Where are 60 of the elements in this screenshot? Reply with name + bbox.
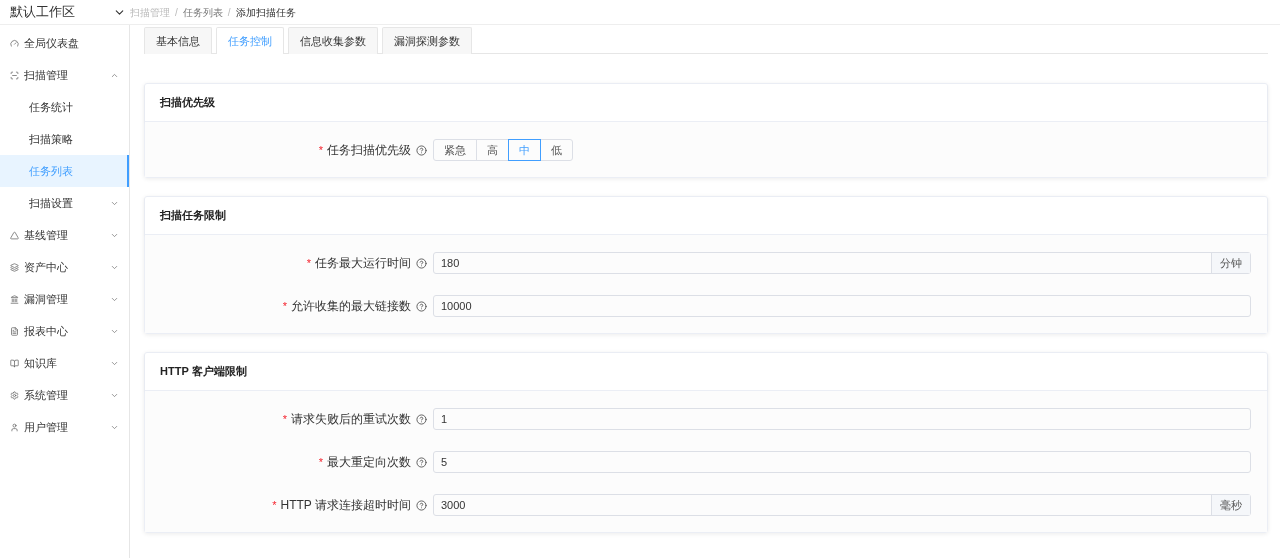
sidebar-subitem[interactable]: 任务统计 bbox=[0, 91, 129, 123]
section-title: HTTP 客户端限制 bbox=[160, 364, 247, 380]
tab[interactable]: 漏洞探测参数 bbox=[382, 27, 472, 54]
sidebar-item[interactable]: 漏洞管理 bbox=[0, 283, 129, 315]
breadcrumb-item[interactable]: 任务列表 bbox=[182, 4, 223, 20]
field-label: HTTP 请求连接超时时间 bbox=[280, 497, 411, 514]
help-icon bbox=[416, 300, 427, 312]
input-field[interactable]: 180 分钟 bbox=[433, 252, 1251, 274]
priority-option[interactable]: 高 bbox=[476, 139, 509, 161]
field-label: 最大重定向次数 bbox=[327, 454, 411, 471]
required-mark: * bbox=[282, 298, 287, 314]
sidebar-item[interactable]: 知识库 bbox=[0, 347, 129, 379]
required-mark: * bbox=[318, 142, 323, 158]
sidebar-item[interactable]: 基线管理 bbox=[0, 219, 129, 251]
breadcrumb-item: 添加扫描任务 bbox=[235, 5, 296, 20]
document-icon bbox=[10, 326, 19, 336]
required-mark: * bbox=[306, 255, 311, 271]
unit-label: 分钟 bbox=[1211, 253, 1250, 273]
help-icon bbox=[416, 499, 427, 511]
section-title: 扫描优先级 bbox=[160, 95, 215, 111]
required-mark: * bbox=[318, 454, 323, 470]
user-icon bbox=[10, 422, 19, 432]
field-label: 任务最大运行时间 bbox=[315, 255, 411, 272]
building-icon bbox=[10, 294, 19, 304]
input-field[interactable]: 10000 bbox=[433, 295, 1251, 317]
input-field[interactable]: 5 bbox=[433, 451, 1251, 473]
help-icon bbox=[416, 144, 427, 156]
unit-label: 毫秒 bbox=[1211, 495, 1250, 515]
sidebar-item[interactable]: 报表中心 bbox=[0, 315, 129, 347]
book-icon bbox=[10, 358, 19, 368]
field-label: 请求失败后的重试次数 bbox=[291, 411, 411, 428]
priority-option[interactable]: 紧急 bbox=[433, 139, 477, 161]
field-label: 任务扫描优先级 bbox=[327, 142, 411, 159]
section-title: 扫描任务限制 bbox=[160, 208, 226, 224]
tab[interactable]: 基本信息 bbox=[144, 27, 212, 54]
sidebar-item[interactable]: 系统管理 bbox=[0, 379, 129, 411]
sidebar-subitem[interactable]: 扫描设置 bbox=[0, 187, 129, 219]
sidebar-item[interactable]: 全局仪表盘 bbox=[0, 27, 129, 59]
sidebar-item[interactable]: 资产中心 bbox=[0, 251, 129, 283]
priority-option[interactable]: 低 bbox=[540, 139, 573, 161]
workspace-title: 默认工作区 bbox=[10, 3, 75, 22]
tab[interactable]: 信息收集参数 bbox=[288, 27, 378, 54]
required-mark: * bbox=[272, 497, 277, 513]
breadcrumb-separator: / bbox=[175, 5, 178, 20]
triangle-icon bbox=[10, 230, 19, 240]
field-label: 允许收集的最大链接数 bbox=[291, 298, 411, 315]
sidebar-item[interactable]: 用户管理 bbox=[0, 411, 129, 443]
help-icon bbox=[416, 257, 427, 269]
input-field[interactable]: 1 bbox=[433, 408, 1251, 430]
help-icon bbox=[416, 456, 427, 468]
sidebar-item[interactable]: 扫描管理 bbox=[0, 59, 129, 91]
settings-icon bbox=[10, 390, 19, 400]
breadcrumb-separator: / bbox=[227, 5, 231, 20]
sidebar-subitem[interactable]: 扫描策略 bbox=[0, 123, 129, 155]
input-field[interactable]: 3000 毫秒 bbox=[433, 494, 1251, 516]
gauge-icon bbox=[10, 38, 19, 48]
required-mark: * bbox=[282, 411, 287, 427]
help-icon bbox=[416, 413, 427, 425]
layers-icon bbox=[10, 262, 19, 272]
scan-icon bbox=[10, 70, 19, 80]
